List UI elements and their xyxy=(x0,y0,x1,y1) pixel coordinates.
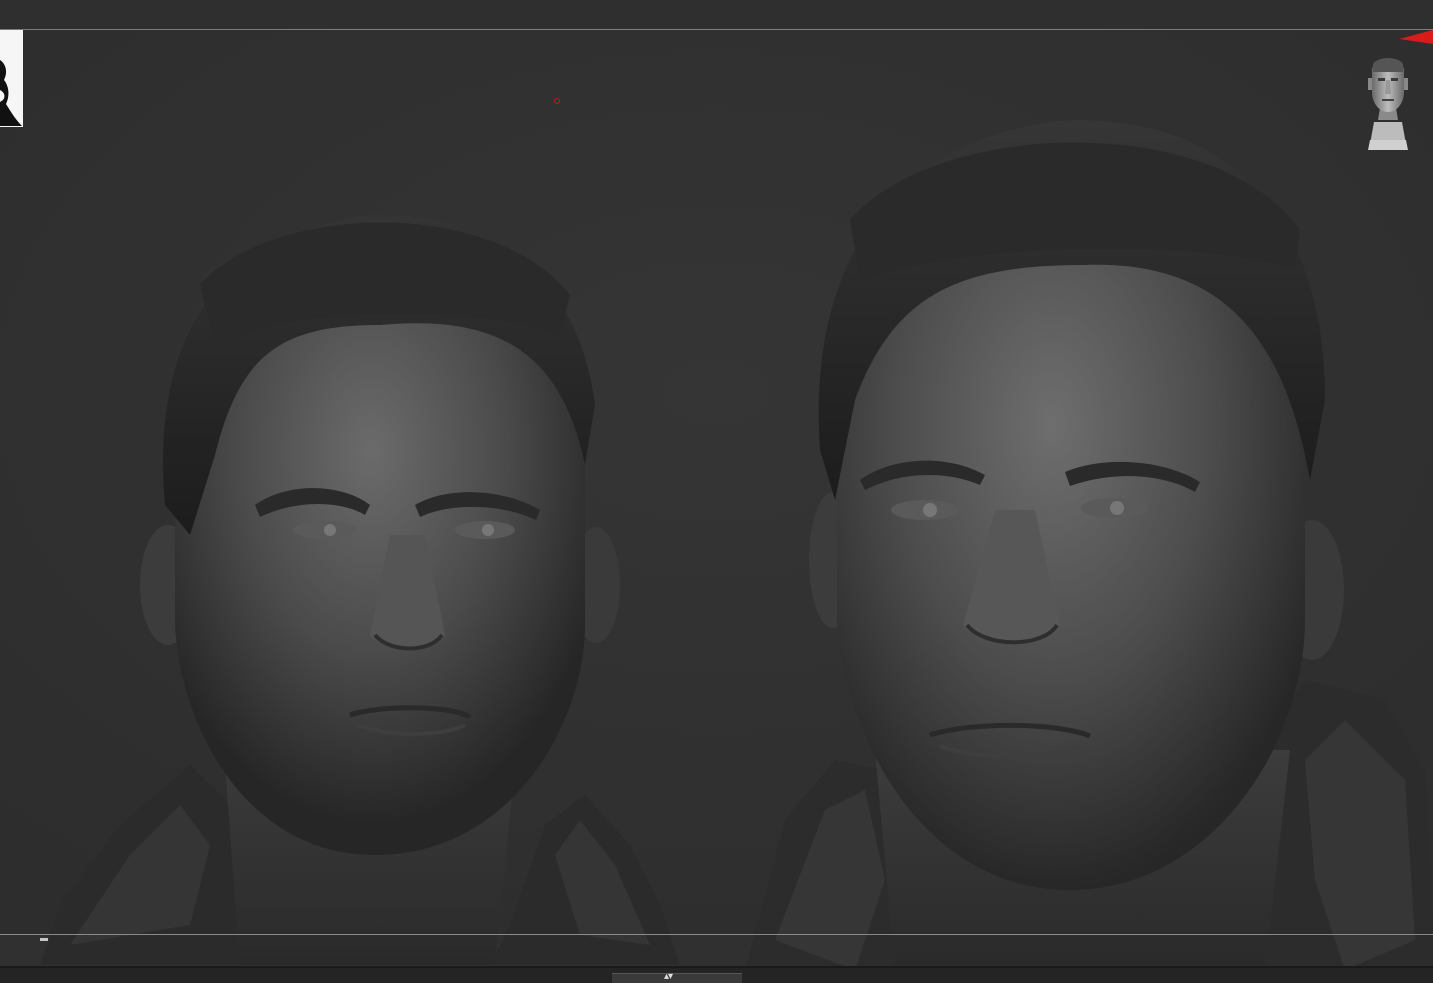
tray-resize-handle[interactable] xyxy=(612,973,742,983)
timeline-marker xyxy=(40,938,48,941)
reference-thumbnail[interactable] xyxy=(0,30,23,127)
updown-arrows-icon[interactable]: ▴▾ xyxy=(664,972,673,982)
sculpt-model-left[interactable] xyxy=(40,205,680,965)
bottom-divider xyxy=(0,934,1433,935)
top-toolbar-strip xyxy=(0,0,1433,29)
red-arrow-marker xyxy=(1399,30,1433,44)
bottom-tray-edge xyxy=(0,966,1433,968)
sculpting-app-window: ▴▾ xyxy=(0,0,1433,983)
pivot-point-icon[interactable] xyxy=(554,98,560,104)
sculpt-model-right[interactable] xyxy=(745,120,1433,970)
